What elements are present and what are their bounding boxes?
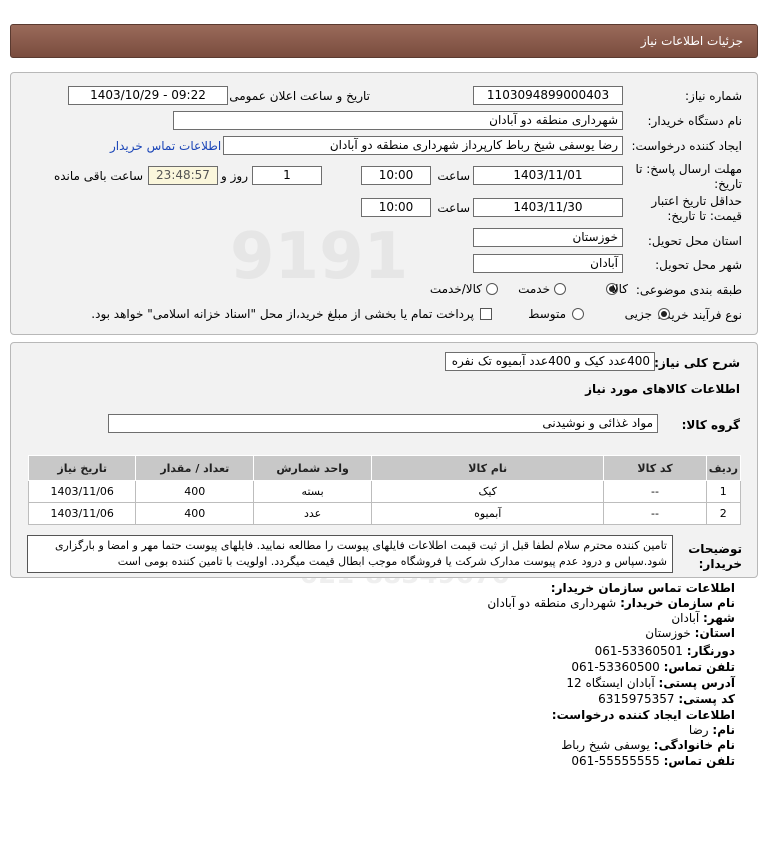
process-minor-radio[interactable] <box>658 308 670 320</box>
col-name-header: نام کالا <box>370 455 605 481</box>
province-label: استان محل تحویل: <box>647 234 742 248</box>
col-code-header: کد کالا <box>603 455 707 481</box>
buyer-address-info: آدرس پستی: آبادان ایستگاه 12 <box>566 676 735 690</box>
buyer-contact-title: اطلاعات تماس سازمان خریدار: <box>550 581 735 595</box>
page-title: جزئیات اطلاعات نیاز <box>640 34 743 48</box>
buyer-city-info: شهر: آبادان <box>671 611 735 625</box>
validity-time-field[interactable]: 10:00 <box>361 198 431 217</box>
treasury-payment-note: پرداخت تمام یا بخشی از مبلغ خرید،از محل … <box>91 307 474 321</box>
process-minor-label: جزیی <box>624 307 652 321</box>
buyer-contact-link[interactable]: اطلاعات تماس خریدار <box>110 139 221 153</box>
notes-label: توضیحات <box>688 542 742 556</box>
buyer-fax-info: دورنگار: 53360501-061 <box>594 644 735 658</box>
item-date: 1403/11/06 <box>27 480 137 503</box>
col-row-header: ردیف <box>705 455 742 481</box>
validity-label-2: قیمت: تا تاریخ: <box>667 209 742 223</box>
need-number-field[interactable]: 1103094899000403 <box>473 86 623 105</box>
process-medium-label: متوسط <box>528 307 566 321</box>
table-row: 1 -- کیک بسته 400 1403/11/06 <box>27 480 742 503</box>
category-goods-label: کالا <box>611 282 628 296</box>
row-number: 2 <box>705 502 742 525</box>
table-row: 2 -- آبمیوه عدد 400 1403/11/06 <box>27 502 742 525</box>
buyer-postal-info: کد پستی: 6315975357 <box>598 692 735 706</box>
category-service-label: خدمت <box>518 282 550 296</box>
creator-family-info: نام خانوادگی: یوسفی شیخ رباط <box>561 738 735 752</box>
item-name: آبمیوه <box>370 502 605 525</box>
col-qty-header: تعداد / مقدار <box>135 455 255 481</box>
category-both-radio[interactable] <box>486 283 498 295</box>
row-number: 1 <box>705 480 742 503</box>
creator-field[interactable]: رضا یوسفی شیخ رباط کارپرداز شهرداری منطق… <box>223 136 623 155</box>
validity-time-label: ساعت <box>437 201 470 215</box>
item-quantity: 400 <box>135 502 255 525</box>
validity-label: حداقل تاریخ اعتبار <box>651 194 742 208</box>
remaining-time-field: 23:48:57 <box>148 166 218 185</box>
days-remaining-field: 1 <box>252 166 322 185</box>
item-code: -- <box>603 480 707 503</box>
page-header: جزئیات اطلاعات نیاز <box>10 24 758 58</box>
creator-name-info: نام: رضا <box>688 723 735 737</box>
process-medium-radio[interactable] <box>572 308 584 320</box>
category-both-label: کالا/خدمت <box>429 282 482 296</box>
remaining-time-label: ساعت باقی مانده <box>53 169 143 183</box>
item-name: کیک <box>370 480 605 503</box>
buyer-phone-info: تلفن تماس: 53360500-061 <box>571 660 735 674</box>
description-field: 400عدد کیک و 400عدد آبمیوه تک نفره <box>445 352 655 371</box>
notes-label-2: خریدار: <box>698 557 742 571</box>
creator-phone-info: تلفن تماس: 55555555-061 <box>571 754 735 768</box>
deadline-date-field[interactable]: 1403/11/01 <box>473 166 623 185</box>
buyer-org-field[interactable]: شهرداری منطقه دو آبادان <box>173 111 623 130</box>
item-quantity: 400 <box>135 480 255 503</box>
validity-date-field[interactable]: 1403/11/30 <box>473 198 623 217</box>
goods-info-title: اطلاعات کالاهای مورد نیاز <box>585 382 740 396</box>
city-label: شهر محل تحویل: <box>655 258 742 272</box>
city-field[interactable]: آبادان <box>473 254 623 273</box>
item-code: -- <box>603 502 707 525</box>
item-unit: عدد <box>253 502 372 525</box>
item-unit: بسته <box>253 480 372 503</box>
category-service-radio[interactable] <box>554 283 566 295</box>
goods-table-header: ردیف کد کالا نام کالا واحد شمارش تعداد /… <box>27 455 742 481</box>
days-label: روز و <box>221 169 248 183</box>
buyer-org-label: نام دستگاه خریدار: <box>647 114 743 128</box>
category-label: طبقه بندی موضوعی: <box>635 283 742 297</box>
goods-group-field: مواد غذائی و نوشیدنی <box>108 414 658 433</box>
goods-group-label: گروه کالا: <box>681 418 740 432</box>
buyer-org-info: نام سازمان خریدار: شهرداری منطقه دو آباد… <box>487 596 735 610</box>
deadline-time-label: ساعت <box>437 169 470 183</box>
creator-contact-title: اطلاعات ایجاد کننده درخواست: <box>551 708 735 722</box>
buyer-notes-text: تامین کننده محترم سلام لطفا قبل از ثبت ق… <box>27 535 673 573</box>
goods-table: ردیف کد کالا نام کالا واحد شمارش تعداد /… <box>27 455 742 525</box>
announce-datetime-label: تاریخ و ساعت اعلان عمومی: <box>225 89 370 103</box>
deadline-label: مهلت ارسال پاسخ: تا <box>635 162 742 176</box>
col-unit-header: واحد شمارش <box>253 455 372 481</box>
province-field[interactable]: خوزستان <box>473 228 623 247</box>
treasury-payment-checkbox[interactable] <box>480 308 492 320</box>
description-label: شرح کلی نیاز: <box>654 356 740 370</box>
deadline-time-field[interactable]: 10:00 <box>361 166 431 185</box>
creator-label: ایجاد کننده درخواست: <box>631 139 742 153</box>
deadline-label-2: تاریخ: <box>714 177 742 191</box>
buyer-province-info: استان: خوزستان <box>645 626 735 640</box>
col-date-header: تاریخ نیاز <box>27 455 137 481</box>
need-number-label: شماره نیاز: <box>685 89 742 103</box>
announce-datetime-field[interactable]: 1403/10/29 - 09:22 <box>68 86 228 105</box>
item-date: 1403/11/06 <box>27 502 137 525</box>
